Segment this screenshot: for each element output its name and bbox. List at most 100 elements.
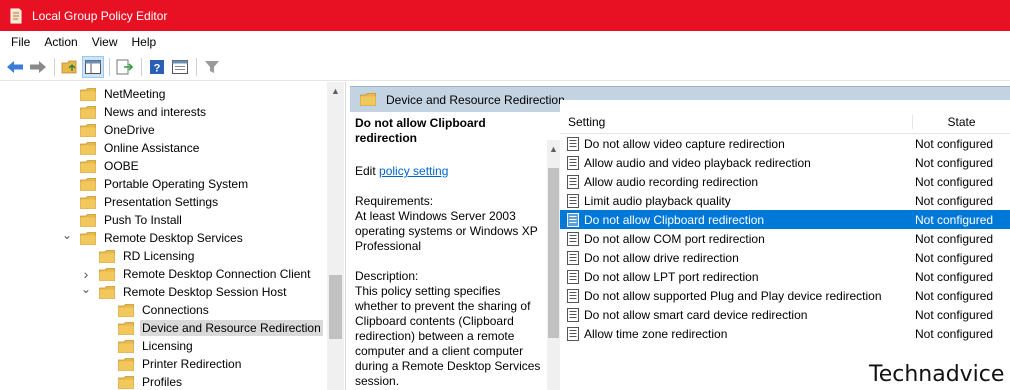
- show-hide-tree-button[interactable]: [82, 55, 104, 78]
- tree-item[interactable]: RD Licensing: [81, 247, 196, 265]
- policy-row[interactable]: Do not allow COM port redirection Not con…: [560, 229, 1010, 248]
- policy-row[interactable]: Allow time zone redirection Not configure…: [560, 324, 1010, 343]
- tree-item[interactable]: News and interests: [62, 103, 208, 121]
- up-folder-button[interactable]: [59, 56, 81, 78]
- filter-button[interactable]: [201, 56, 223, 78]
- folder-icon: [80, 123, 96, 137]
- description-label: Description:: [355, 269, 419, 283]
- watermark-text: Technadvice: [869, 362, 1005, 387]
- chevron-right-icon[interactable]: ›: [81, 266, 91, 282]
- folder-icon: [80, 195, 96, 209]
- tree-item[interactable]: Portable Operating System: [62, 175, 250, 193]
- tree-item[interactable]: Profiles: [100, 373, 184, 390]
- policy-setting-name: Do not allow LPT port redirection: [584, 269, 759, 284]
- tree-item[interactable]: Online Assistance: [62, 139, 201, 157]
- policy-row[interactable]: Limit audio playback quality Not configur…: [560, 191, 1010, 210]
- folder-icon: [118, 375, 134, 389]
- policy-setting-icon: [567, 288, 579, 303]
- help-button[interactable]: ?: [146, 56, 168, 78]
- column-header-state[interactable]: State: [912, 114, 1010, 129]
- policy-setting-state: Not configured: [915, 155, 994, 170]
- menu-bar: File Action View Help: [0, 31, 1010, 53]
- policy-setting-state: Not configured: [915, 193, 994, 208]
- tree-item[interactable]: ⌄ Remote Desktop Session Host: [81, 282, 288, 301]
- folder-icon: [80, 213, 96, 227]
- window-title: Local Group Policy Editor: [32, 8, 168, 23]
- scroll-up-arrow-icon[interactable]: ▲: [547, 140, 560, 157]
- policy-setting-name: Allow time zone redirection: [584, 326, 728, 341]
- policy-setting-state: Not configured: [915, 250, 994, 265]
- toolbar: ?: [0, 53, 1010, 81]
- policy-setting-icon: [567, 174, 579, 189]
- tree-item[interactable]: NetMeeting: [62, 85, 167, 103]
- menu-file[interactable]: File: [4, 35, 37, 49]
- policy-setting-state: Not configured: [915, 174, 994, 189]
- policy-setting-icon: [567, 326, 579, 341]
- show-hide-tree-icon: [85, 59, 101, 74]
- tree-item[interactable]: OOBE: [62, 157, 141, 175]
- description-pane: Do not allow Clipboard redirection Edit …: [350, 112, 547, 390]
- folder-icon: [80, 87, 96, 101]
- menu-action[interactable]: Action: [37, 35, 84, 49]
- tree-item-label: Presentation Settings: [104, 195, 219, 209]
- back-button[interactable]: [4, 56, 26, 78]
- policy-row[interactable]: Allow audio recording redirection Not con…: [560, 172, 1010, 191]
- tree-item-label: News and interests: [104, 105, 207, 119]
- policy-setting-name: Do not allow drive redirection: [584, 250, 739, 265]
- title-bar: Local Group Policy Editor: [0, 0, 1010, 31]
- edit-policy-link[interactable]: policy setting: [379, 164, 448, 178]
- back-icon: [7, 60, 23, 73]
- policy-setting-name: Do not allow Clipboard redirection: [584, 212, 765, 227]
- edit-line: Edit policy setting: [355, 164, 542, 179]
- filter-icon: [205, 60, 219, 73]
- policy-row[interactable]: Do not allow Clipboard redirection Not co…: [560, 210, 1010, 229]
- policy-setting-icon: [567, 155, 579, 170]
- scroll-up-arrow-icon[interactable]: ▲: [327, 82, 344, 99]
- policy-setting-name: Do not allow video capture redirection: [584, 136, 785, 151]
- policy-row[interactable]: Do not allow supported Plug and Play dev…: [560, 286, 1010, 305]
- description-scrollbar[interactable]: ▲: [547, 140, 560, 390]
- policy-row[interactable]: Do not allow LPT port redirection Not con…: [560, 267, 1010, 286]
- tree-item[interactable]: Printer Redirection: [100, 355, 243, 373]
- policy-row[interactable]: Do not allow video capture redirection No…: [560, 134, 1010, 153]
- export-list-button[interactable]: [114, 56, 136, 78]
- export-list-icon: [116, 59, 134, 74]
- policy-setting-state: Not configured: [915, 269, 994, 284]
- tree-item[interactable]: Device and Resource Redirection: [100, 319, 323, 337]
- tree-item[interactable]: › Remote Desktop Connection Client: [81, 265, 312, 283]
- tree-item-label: Online Assistance: [104, 141, 200, 155]
- tree-item-label: Remote Desktop Services: [104, 231, 243, 245]
- chevron-down-icon[interactable]: ⌄: [62, 228, 72, 242]
- policy-setting-state: Not configured: [915, 288, 994, 303]
- tree-item[interactable]: Presentation Settings: [62, 193, 220, 211]
- tree-item[interactable]: Push To Install: [62, 211, 184, 229]
- policy-setting-icon: [567, 231, 579, 246]
- open-folder-icon: [80, 231, 96, 245]
- tree-item[interactable]: Connections: [100, 301, 211, 319]
- menu-view[interactable]: View: [85, 35, 125, 49]
- properties-view-icon: [172, 59, 188, 74]
- tree-item[interactable]: OneDrive: [62, 121, 157, 139]
- scroll-thumb[interactable]: [329, 275, 342, 339]
- policy-row[interactable]: Do not allow smart card device redirecti…: [560, 305, 1010, 324]
- policy-row[interactable]: Do not allow drive redirection Not config…: [560, 248, 1010, 267]
- menu-help[interactable]: Help: [125, 35, 164, 49]
- properties-view-button[interactable]: [169, 56, 191, 78]
- policy-setting-name: Limit audio playback quality: [584, 193, 731, 208]
- forward-icon: [30, 60, 46, 73]
- tree-item[interactable]: Licensing: [100, 337, 195, 355]
- column-header-setting[interactable]: Setting: [560, 115, 912, 129]
- tree-item-label: Profiles: [142, 375, 183, 389]
- tree-item[interactable]: ⌄ Remote Desktop Services: [62, 228, 245, 247]
- forward-button[interactable]: [27, 56, 49, 78]
- scroll-thumb[interactable]: [548, 168, 559, 338]
- tree-scrollbar[interactable]: ▲: [327, 82, 344, 390]
- policy-setting-state: Not configured: [915, 307, 994, 322]
- list-header: Setting State: [560, 110, 1010, 134]
- chevron-down-icon[interactable]: ⌄: [81, 282, 91, 296]
- policy-row[interactable]: Allow audio and video playback redirecti…: [560, 153, 1010, 172]
